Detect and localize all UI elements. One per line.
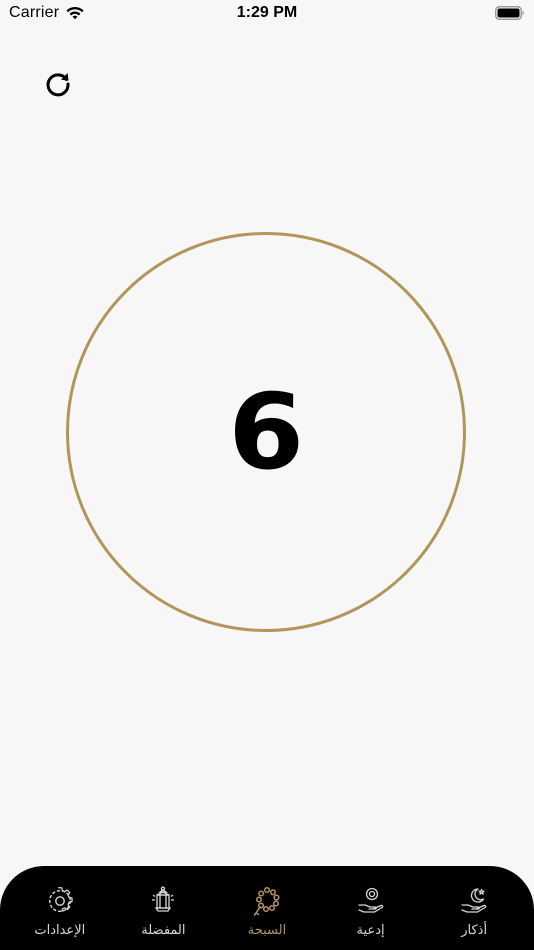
status-time: 1:29 PM [236, 4, 298, 21]
lantern-icon [148, 886, 178, 916]
tab-adhkar[interactable]: أذكار [424, 866, 524, 938]
tab-settings[interactable]: الإعدادات [10, 866, 110, 938]
tab-tasbih[interactable]: السبحة [217, 866, 317, 938]
tab-favorites[interactable]: المفضلة [113, 866, 213, 938]
gear-icon [45, 886, 75, 916]
tab-label-adhkar: أذكار [461, 923, 488, 938]
prayer-beads-icon [252, 886, 282, 916]
refresh-icon [46, 73, 70, 97]
tasbih-counter-screen: Carrier 1:29 PM 6 الإعدادات المفضلة السب… [0, 0, 534, 950]
tab-label-settings: الإعدادات [34, 923, 86, 938]
counter-value: 6 [228, 371, 304, 493]
status-bar: Carrier 1:29 PM [0, 0, 534, 28]
tab-duas[interactable]: إدعية [321, 866, 421, 938]
hand-moon-icon [459, 886, 489, 916]
tab-bar: الإعدادات المفضلة السبحة إدعية أذكار [0, 866, 534, 950]
tab-label-favorites: المفضلة [141, 923, 186, 938]
battery-icon [495, 6, 524, 20]
reset-counter-button[interactable] [42, 68, 74, 100]
tab-label-duas: إدعية [356, 923, 385, 938]
tasbih-counter-ring[interactable]: 6 [66, 232, 466, 632]
tab-label-tasbih: السبحة [247, 923, 287, 938]
hand-prayer-icon [356, 886, 386, 916]
